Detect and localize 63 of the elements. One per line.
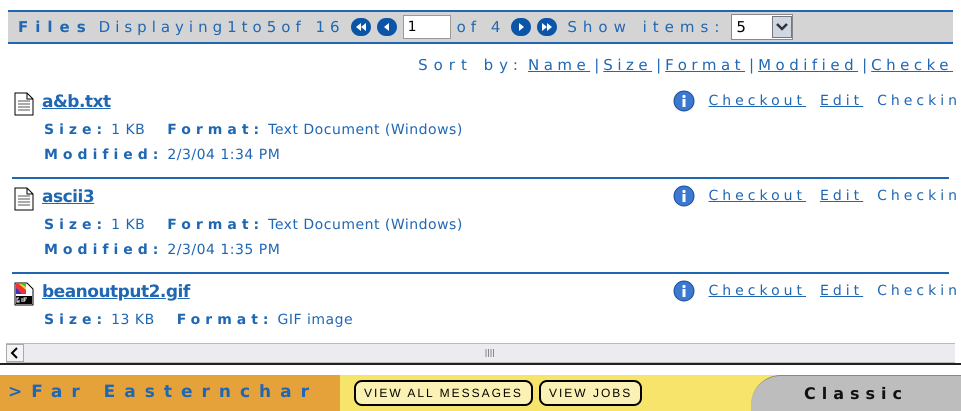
file-name-link[interactable]: beanoutput2.gif [42,280,354,306]
next-page-button[interactable] [511,18,532,36]
separator: | [749,55,754,76]
show-items-select[interactable]: 5 [731,14,794,40]
double-left-arrow-icon [354,22,368,32]
double-right-arrow-icon [540,22,554,32]
page-count: of 4 [456,16,506,38]
separator: | [594,55,600,76]
action-link[interactable]: Edit [820,280,864,302]
text-file-icon [14,187,34,211]
field-value: Text Document (Windows) [268,120,463,140]
scroll-grip-icon [484,349,494,357]
sort-link[interactable]: Checke [871,54,953,76]
action-link[interactable]: Checkin [877,280,961,302]
sort-link[interactable]: Format [665,54,746,76]
text-file-icon [14,92,34,116]
display-text: Displaying1to5of 16 [98,16,345,38]
sort-label: Sort by: [418,55,524,76]
action-link[interactable]: Checkout [708,186,806,206]
sort-link[interactable]: Size [603,54,652,76]
separator: | [862,55,868,76]
marquee-text: >Far Easternchar [8,381,318,404]
field-value: 1 KB [111,120,146,140]
footer-button[interactable]: VIEW JOBS [538,380,642,406]
info-icon[interactable] [672,90,695,112]
classic-tab[interactable]: Classic [751,375,961,411]
action-link[interactable]: Edit [820,90,864,112]
field-value: 2/3/04 1:34 PM [167,146,280,164]
last-page-button[interactable] [537,18,558,36]
field-label: Size: [44,120,108,140]
previous-page-button[interactable] [376,18,397,36]
footer-button[interactable]: VIEW ALL MESSAGES [354,380,533,406]
field-label: Format: [167,120,264,140]
sort-link[interactable]: Modified [758,54,858,76]
field-label: Format: [167,216,264,234]
horizontal-scrollbar[interactable] [6,343,955,363]
field-label: Format: [176,310,274,330]
toolbar-title: Files [18,16,93,38]
info-icon[interactable] [672,185,695,207]
action-link[interactable]: Checkin [877,90,961,112]
field-label: Size: [44,310,108,330]
page-field[interactable]: 1 [402,15,451,39]
first-page-button[interactable] [350,18,371,36]
field-value: 1 KB [111,216,146,234]
sort-link[interactable]: Name [528,54,590,76]
image-file-icon [14,282,34,306]
file-name-link[interactable]: a&b.txt [42,90,463,116]
action-link[interactable]: Checkout [708,280,806,302]
field-value: 2/3/04 1:35 PM [167,240,280,260]
field-value: 13 KB [111,310,155,330]
field-value: GIF image [278,310,354,330]
show-items-label: Show items: [567,16,726,38]
action-link[interactable]: Checkin [877,186,961,206]
scroll-left-icon[interactable] [6,344,24,362]
action-link[interactable]: Edit [820,186,864,206]
file-name-link[interactable]: ascii3 [42,185,463,210]
info-icon[interactable] [672,280,695,302]
separator: | [656,55,662,76]
field-value: Text Document (Windows) [268,216,463,234]
field-label: Modified: [44,240,164,260]
field-label: Modified: [44,146,164,164]
field-label: Size: [44,216,108,234]
action-link[interactable]: Checkout [708,90,806,112]
